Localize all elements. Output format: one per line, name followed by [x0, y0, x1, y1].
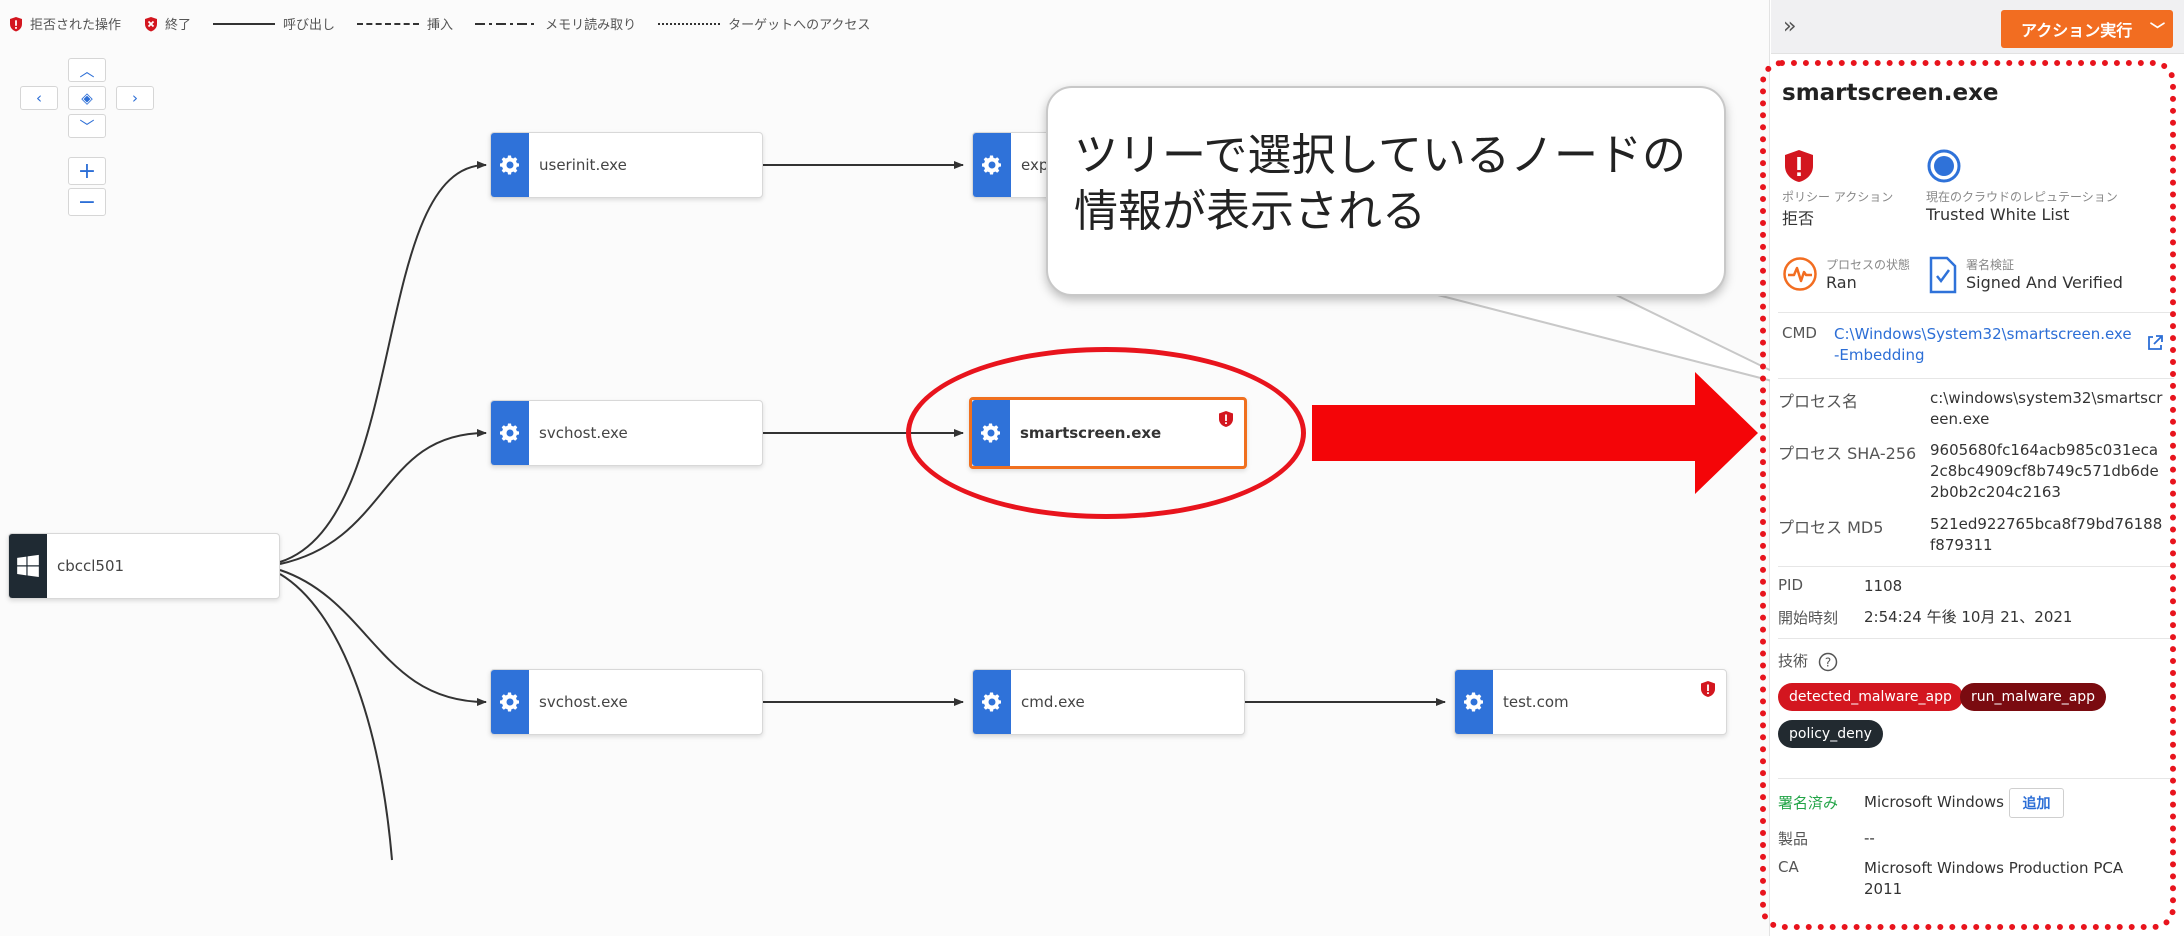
external-link-icon[interactable]	[2146, 334, 2164, 352]
pid-value: 1108	[1864, 577, 1903, 595]
divider	[1778, 378, 2174, 379]
tag-detected-malware-app[interactable]: detected_malware_app	[1778, 683, 1963, 711]
gear-icon	[1455, 670, 1493, 734]
chevron-down-icon: ﹀	[2149, 21, 2165, 39]
process-name-label: プロセス名	[1778, 392, 1859, 411]
tag-policy-deny[interactable]: policy_deny	[1778, 720, 1883, 748]
node-label: test.com	[1503, 693, 1569, 711]
panel-toolbar: » アクション実行 ﹀	[1771, 0, 2184, 54]
collapse-panel-icon[interactable]: »	[1783, 14, 1796, 39]
callout-bubble: ツリーで選択しているノードの情報が表示される	[1046, 86, 1726, 296]
product-value: --	[1864, 829, 1875, 847]
divider	[1778, 778, 2174, 779]
node-label: svchost.exe	[539, 424, 628, 442]
pid-label: PID	[1778, 576, 1804, 594]
ca-value: Microsoft Windows Production PCA 2011	[1864, 859, 2124, 898]
tree-node-svchost-1[interactable]: svchost.exe	[490, 400, 763, 466]
ca-label: CA	[1778, 858, 1799, 876]
node-label: exp	[1021, 156, 1049, 174]
tree-node-test[interactable]: test.com	[1454, 669, 1727, 735]
callout-text: ツリーで選択しているノードの情報が表示される	[1074, 130, 1687, 237]
circle-icon	[1927, 149, 1961, 183]
node-label: userinit.exe	[539, 156, 627, 174]
process-state-value: Ran	[1826, 273, 1857, 292]
shield-alert-icon	[1701, 681, 1715, 697]
red-arrow	[1312, 372, 1758, 494]
question-icon[interactable]: ?	[1818, 652, 1838, 672]
policy-action-label: ポリシー アクション	[1782, 190, 1894, 204]
add-button[interactable]: 追加	[2009, 788, 2064, 818]
process-state-block: プロセスの状態 Ran	[1782, 256, 1910, 292]
edge-root-offscreen	[279, 573, 393, 861]
selection-highlight-ellipse	[906, 347, 1306, 519]
cmd-label: CMD	[1782, 324, 1817, 342]
divider	[1778, 638, 2174, 639]
tree-node-svchost-2[interactable]: svchost.exe	[490, 669, 763, 735]
process-tree-canvas[interactable]: 拒否された操作 終了 呼び出し 挿入 メモリ読み取り ターゲットへのアクセス ︿…	[0, 0, 1770, 936]
policy-action-value: 拒否	[1782, 209, 1815, 228]
gear-icon	[973, 133, 1011, 197]
document-check-icon	[1929, 256, 1957, 294]
product-label: 製品	[1778, 830, 1809, 848]
edge-root-svchost2	[279, 569, 487, 706]
md5-label: プロセス MD5	[1778, 518, 1884, 537]
take-action-button[interactable]: アクション実行 ﹀	[2001, 10, 2173, 48]
policy-action-block: ポリシー アクション 拒否	[1782, 148, 1893, 229]
gear-icon	[491, 401, 529, 465]
take-action-label: アクション実行	[2021, 21, 2133, 40]
windows-icon	[9, 534, 47, 598]
tree-node-root[interactable]: cbccl501	[8, 533, 280, 599]
process-title: smartscreen.exe	[1782, 80, 1999, 106]
reputation-label: 現在のクラウドのレピュテーション	[1926, 190, 2118, 204]
gear-icon	[491, 670, 529, 734]
process-name-value: c:\windows\system32\smartscreen.exe	[1930, 389, 2163, 428]
sha256-value: 9605680fc164acb985c031eca2c8bc4909cf8b74…	[1930, 441, 2159, 501]
shield-alert-icon	[1785, 150, 1813, 182]
divider	[1778, 312, 2174, 313]
svg-text:?: ?	[1825, 656, 1831, 670]
signed-label: 署名済み	[1778, 794, 1839, 812]
signature-label: 署名検証	[1966, 258, 2015, 272]
start-time-label: 開始時刻	[1778, 609, 1839, 627]
node-label: svchost.exe	[539, 693, 628, 711]
node-label: cbccl501	[57, 557, 125, 575]
divider	[1778, 566, 2174, 567]
sha256-label: プロセス SHA-256	[1778, 444, 1917, 463]
tag-run-malware-app[interactable]: run_malware_app	[1960, 683, 2107, 711]
techniques-label: 技術	[1778, 652, 1809, 670]
tree-node-cmd[interactable]: cmd.exe	[972, 669, 1245, 735]
signature-value: Signed And Verified	[1966, 273, 2123, 292]
callout-tail	[1429, 292, 1770, 382]
edge-root-userinit	[279, 161, 487, 563]
pulse-icon	[1783, 257, 1817, 291]
gear-icon	[491, 133, 529, 197]
md5-value: 521ed922765bca8f79bd76188f879311	[1930, 515, 2163, 554]
node-label: cmd.exe	[1021, 693, 1085, 711]
reputation-block: 現在のクラウドのレピュテーション Trusted White List	[1926, 148, 2118, 224]
cmd-value[interactable]: C:\Windows\System32\smartscreen.exe -Emb…	[1834, 324, 2140, 366]
tree-node-userinit[interactable]: userinit.exe	[490, 132, 763, 198]
gear-icon	[973, 670, 1011, 734]
process-state-label: プロセスの状態	[1826, 258, 1911, 272]
signature-block: 署名検証 Signed And Verified	[1928, 256, 2123, 294]
start-time-value: 2:54:24 午後 10月 21、2021	[1864, 608, 2073, 626]
signed-value: Microsoft Windows	[1864, 793, 2004, 811]
reputation-value: Trusted White List	[1926, 205, 2070, 224]
